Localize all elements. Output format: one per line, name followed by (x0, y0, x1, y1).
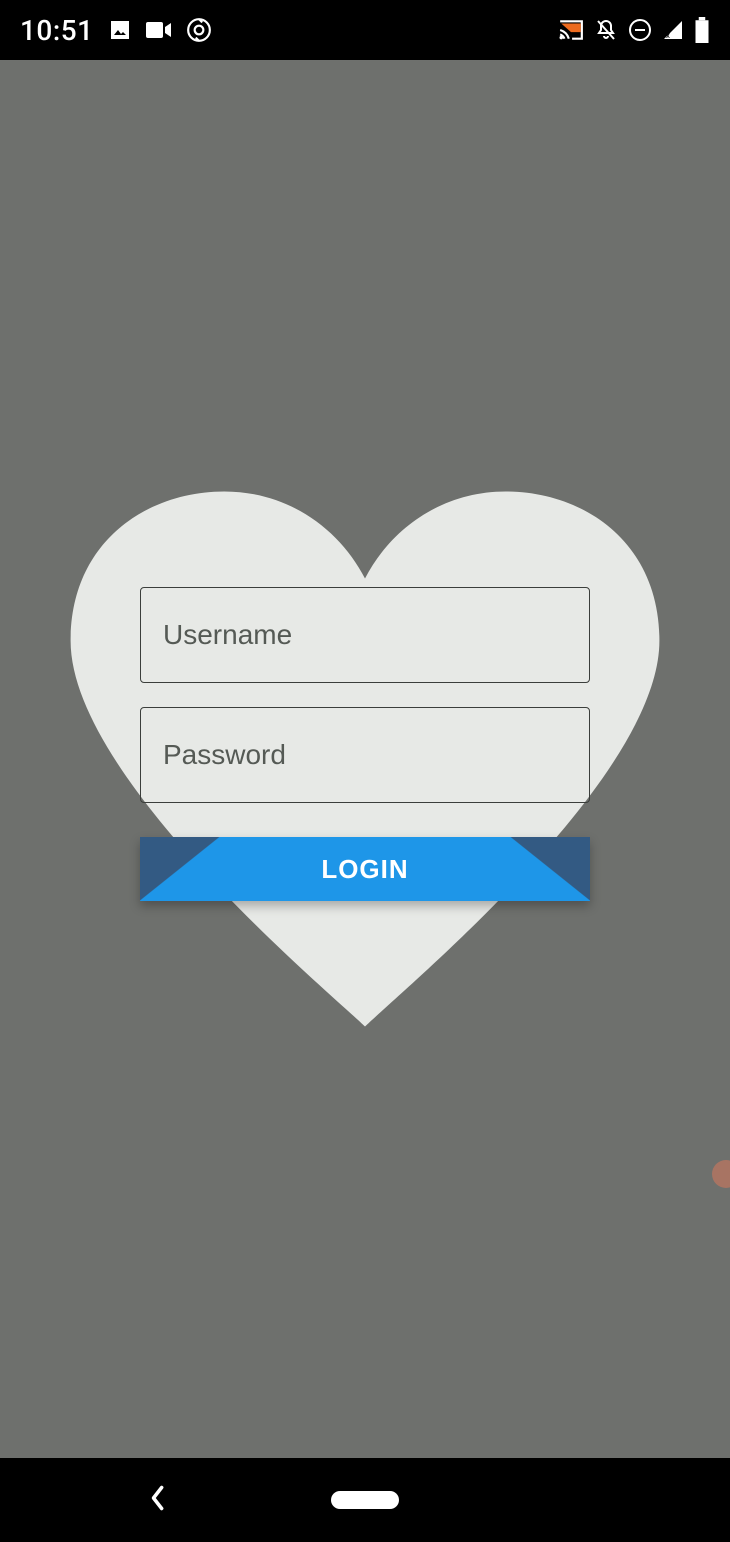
status-time: 10:51 (20, 14, 94, 47)
nav-back-button[interactable] (146, 1484, 168, 1516)
password-input[interactable] (140, 707, 590, 803)
do-not-disturb-icon (628, 18, 652, 42)
username-input[interactable] (140, 587, 590, 683)
nav-bar (0, 1458, 730, 1542)
svg-text:x: x (666, 31, 670, 40)
floating-action-dot[interactable] (712, 1160, 730, 1188)
battery-icon (694, 17, 710, 43)
status-bar: 10:51 x (0, 0, 730, 60)
video-icon (146, 20, 172, 40)
signal-icon: x (662, 19, 684, 41)
status-right-group: x (558, 17, 710, 43)
chevron-left-icon (146, 1484, 168, 1512)
image-icon (108, 18, 132, 42)
nav-home-pill[interactable] (331, 1491, 399, 1509)
cast-icon (558, 19, 584, 41)
login-button[interactable]: LOGIN (140, 837, 590, 901)
login-panel: LOGIN (140, 587, 590, 901)
auto-rotate-icon (186, 17, 212, 43)
status-left-group: 10:51 (20, 14, 212, 47)
mute-icon (594, 18, 618, 42)
app-screen: LOGIN (0, 60, 730, 1458)
